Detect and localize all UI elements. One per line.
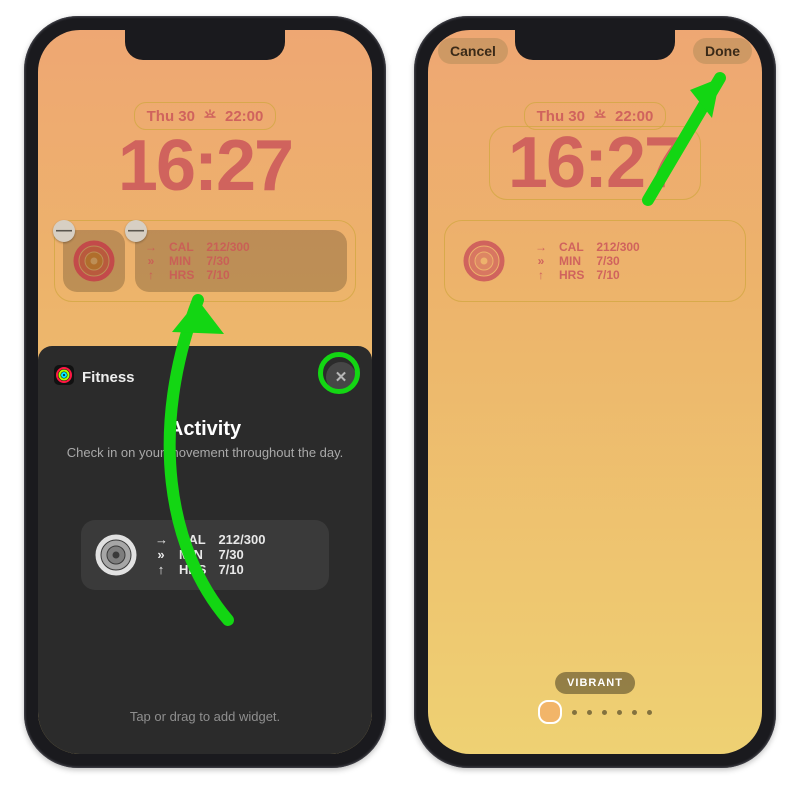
widget-activity-stats-large[interactable]: → CAL 212/300 » MIN 7/30 ↑ HRS 7/10 [525, 230, 737, 292]
cancel-button[interactable]: Cancel [438, 38, 508, 64]
pager-dot[interactable] [572, 710, 577, 715]
pager-dot[interactable] [602, 710, 607, 715]
widget-activity-rings-small[interactable] [453, 230, 515, 292]
min-value: 7/30 [218, 547, 265, 562]
hrs-arrow-icon: ↑ [155, 562, 167, 577]
remove-widget-badge[interactable]: — [125, 220, 147, 242]
min-arrow-icon: » [155, 547, 167, 562]
lockscreen-sunset-time: 22:00 [615, 108, 653, 125]
cal-value: 212/300 [206, 240, 249, 254]
min-label: MIN [169, 254, 194, 268]
color-swatch-current[interactable] [538, 700, 562, 724]
pager-dot[interactable] [617, 710, 622, 715]
activity-stats-grid: → CAL 212/300 » MIN 7/30 ↑ HRS 7/10 [535, 240, 640, 282]
sheet-header: Fitness ✕ [54, 362, 356, 392]
remove-widget-badge[interactable]: — [53, 220, 75, 242]
sheet-section-title: Activity [54, 418, 356, 441]
lockscreen-clock[interactable]: 16:27 [38, 130, 372, 202]
sunset-icon [203, 107, 217, 125]
hrs-label: HRS [179, 562, 206, 577]
sheet-section-subtitle: Check in on your movement throughout the… [54, 445, 356, 462]
lockscreen-sunset-time: 22:00 [225, 108, 263, 125]
hrs-arrow-icon: ↑ [535, 268, 547, 282]
cancel-label: Cancel [450, 43, 496, 59]
cal-arrow-icon: → [155, 532, 167, 547]
phone-screen-right: Cancel Done Thu 30 22:00 16:27 [428, 30, 762, 754]
hrs-value: 7/10 [218, 562, 265, 577]
sheet-hint-text: Tap or drag to add widget. [38, 709, 372, 724]
hrs-value: 7/10 [596, 268, 639, 282]
widget-preview-tile[interactable]: → CAL 212/300 » MIN 7/30 ↑ HRS 7/10 [81, 520, 329, 590]
sheet-app-name: Fitness [82, 369, 135, 386]
wallpaper-style-label: VIBRANT [567, 677, 623, 689]
lockscreen-clock[interactable]: 16:27 [428, 126, 762, 200]
widget-row[interactable]: → CAL 212/300 » MIN 7/30 ↑ HRS 7/10 [444, 220, 746, 302]
hrs-arrow-icon: ↑ [145, 268, 157, 282]
min-value: 7/30 [206, 254, 249, 268]
cal-label: CAL [559, 240, 584, 254]
lockscreen-date-text: Thu 30 [147, 108, 195, 125]
activity-stats-grid: → CAL 212/300 » MIN 7/30 ↑ HRS 7/10 [145, 240, 250, 282]
notch [515, 30, 675, 60]
cal-label: CAL [179, 532, 206, 547]
hrs-label: HRS [559, 268, 584, 282]
pager-dot[interactable] [632, 710, 637, 715]
cal-value: 212/300 [218, 532, 265, 547]
notch [125, 30, 285, 60]
clock-text: 16:27 [118, 126, 292, 206]
hrs-value: 7/10 [206, 268, 249, 282]
pager-dot[interactable] [647, 710, 652, 715]
fitness-app-icon [54, 365, 74, 389]
min-arrow-icon: » [535, 254, 547, 268]
min-arrow-icon: » [145, 254, 157, 268]
min-value: 7/30 [596, 254, 639, 268]
widget-row[interactable]: — — → CAL 212/300 » [54, 220, 356, 302]
close-icon: ✕ [335, 368, 348, 386]
min-label: MIN [179, 547, 206, 562]
activity-rings-icon [73, 240, 115, 282]
cal-label: CAL [169, 240, 194, 254]
pager-dot[interactable] [587, 710, 592, 715]
hrs-label: HRS [169, 268, 194, 282]
activity-rings-icon [463, 240, 505, 282]
clock-editable-box[interactable]: 16:27 [489, 126, 701, 200]
widget-picker-sheet: Fitness ✕ Activity Check in on your move… [38, 346, 372, 754]
clock-text: 16:27 [508, 123, 682, 203]
screenshot-stage: Thu 30 22:00 16:27 — [0, 0, 800, 787]
wallpaper-pager[interactable] [428, 700, 762, 724]
activity-stats-grid: → CAL 212/300 » MIN 7/30 ↑ HRS 7/10 [155, 532, 265, 577]
phone-left: Thu 30 22:00 16:27 — [24, 16, 386, 768]
min-label: MIN [559, 254, 584, 268]
activity-rings-icon [95, 534, 137, 576]
cal-value: 212/300 [596, 240, 639, 254]
phone-screen-left: Thu 30 22:00 16:27 — [38, 30, 372, 754]
sheet-app-title: Fitness [54, 365, 135, 389]
cal-arrow-icon: → [145, 240, 157, 254]
lockscreen-date-text: Thu 30 [537, 108, 585, 125]
phone-right: Cancel Done Thu 30 22:00 16:27 [414, 16, 776, 768]
done-label: Done [705, 43, 740, 59]
widget-activity-rings-small[interactable]: — [63, 230, 125, 292]
done-button[interactable]: Done [693, 38, 752, 64]
wallpaper-style-pill[interactable]: VIBRANT [555, 672, 635, 694]
cal-arrow-icon: → [535, 240, 547, 254]
widget-activity-stats-large[interactable]: — → CAL 212/300 » MIN 7/30 ↑ HRS 7/10 [135, 230, 347, 292]
close-sheet-button[interactable]: ✕ [326, 362, 356, 392]
